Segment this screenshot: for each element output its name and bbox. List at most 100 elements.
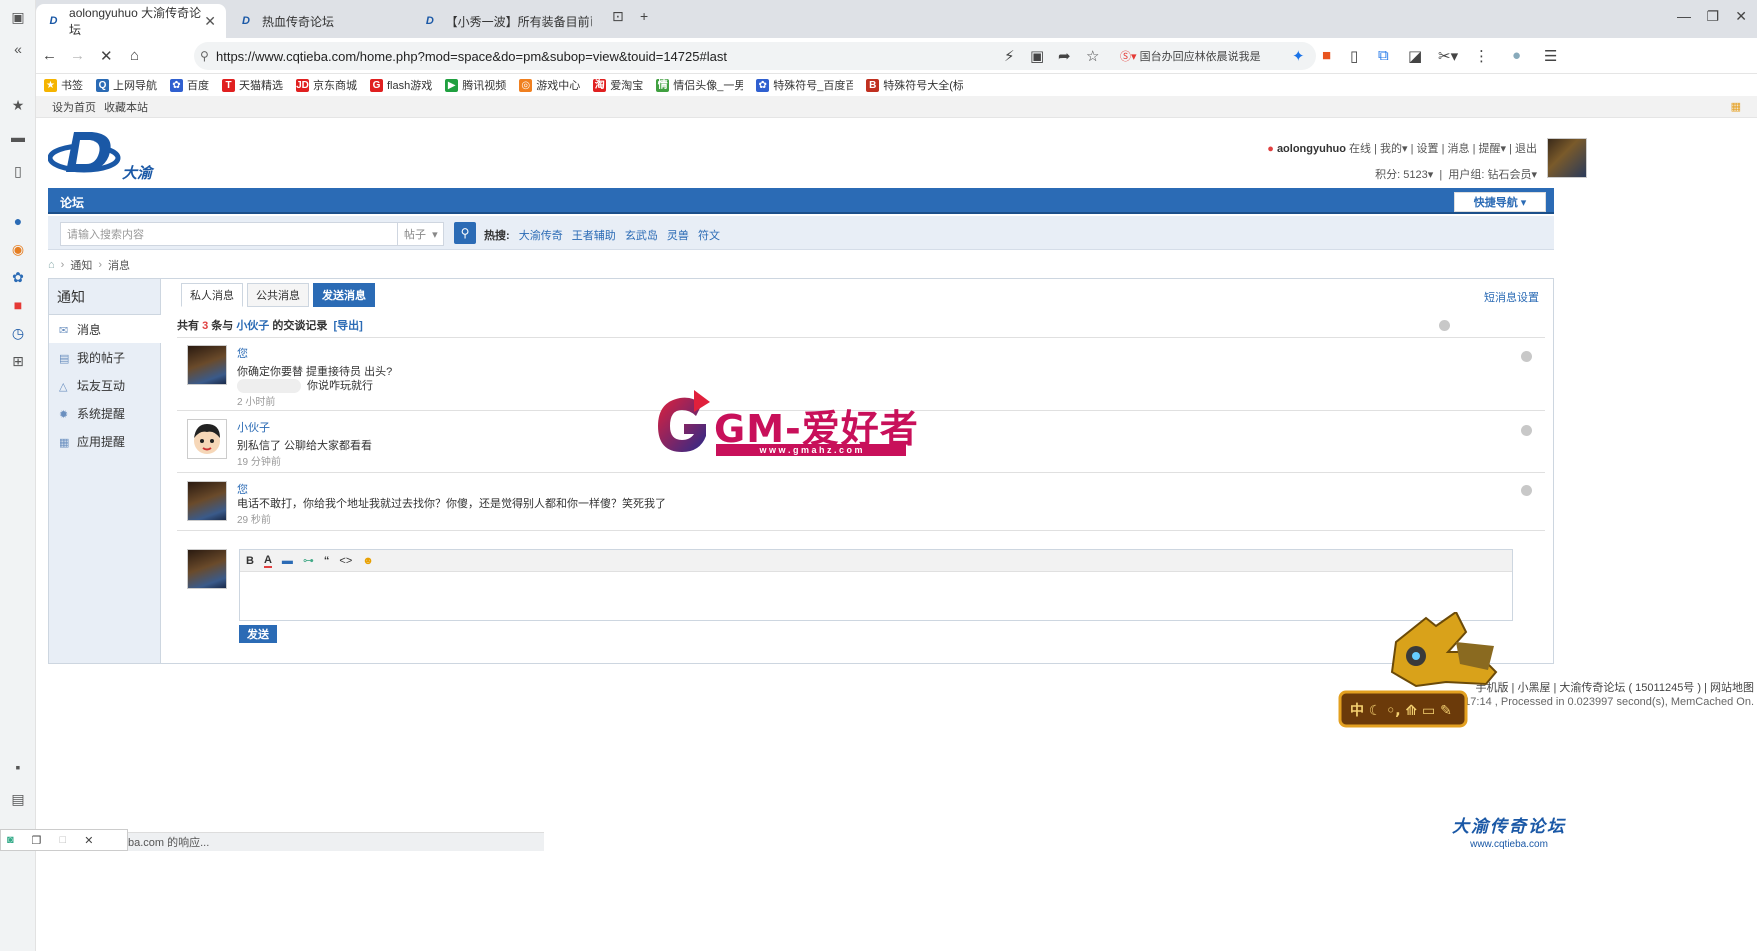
briefcase-icon[interactable]: ▤ xyxy=(9,790,27,808)
delete-message-icon[interactable] xyxy=(1521,485,1532,496)
ai-icon[interactable]: ✦ xyxy=(1292,47,1305,65)
tab-groups-icon[interactable]: ⊡ xyxy=(612,8,624,25)
settings-link[interactable]: 设置 xyxy=(1417,143,1439,155)
set-homepage-link[interactable]: 设为首页 xyxy=(52,99,96,115)
bookmark-item[interactable]: Q 上网导航 xyxy=(96,77,157,93)
messages-link[interactable]: 消息 xyxy=(1448,143,1470,155)
partner-link[interactable]: 小伙子 xyxy=(236,320,269,332)
more-icon[interactable]: ⋮ xyxy=(1474,47,1489,65)
message-author[interactable]: 您 xyxy=(237,345,248,361)
minimize-icon[interactable]: — xyxy=(1677,8,1691,24)
search-app-icon[interactable]: ● xyxy=(9,212,27,230)
reply-editor[interactable]: B A ▬ ⊶ “ <> ☻ xyxy=(239,549,1513,621)
menu-item-system[interactable]: ✹ 系统提醒 xyxy=(49,399,160,427)
bookmark-item[interactable]: 淘爱淘宝 xyxy=(593,77,643,93)
menu-item-messages[interactable]: ✉ 消息 xyxy=(49,315,161,343)
link-icon[interactable]: ⊶ xyxy=(303,554,314,567)
tab-private[interactable]: 私人消息 xyxy=(181,283,243,307)
paw-icon[interactable]: ✿ xyxy=(9,268,27,286)
camera-icon[interactable]: ▪ xyxy=(9,758,27,776)
menu-item-apps[interactable]: ▦ 应用提醒 xyxy=(49,427,160,455)
breadcrumb-item[interactable]: 通知 xyxy=(70,257,92,273)
message-author[interactable]: 小伙子 xyxy=(237,419,270,435)
bookmark-item[interactable]: T 天猫精选 xyxy=(222,77,283,93)
back-icon[interactable]: ← xyxy=(42,47,57,64)
edit-icon[interactable]: ◪ xyxy=(1408,47,1422,65)
phone-icon[interactable]: ▯ xyxy=(9,162,27,180)
restore-icon[interactable]: ❐ xyxy=(1706,8,1719,25)
stop-icon[interactable]: ✕ xyxy=(100,47,113,65)
search-scope-select[interactable]: 帖子 ▾ xyxy=(398,222,444,246)
add-icon[interactable]: ⊞ xyxy=(9,352,27,370)
bookmark-item[interactable]: ✿特殊符号_百度百科 xyxy=(756,77,853,93)
bookmark-item[interactable]: Gflash游戏 xyxy=(370,77,432,93)
bookmark-star-icon[interactable]: ☆ xyxy=(1086,47,1099,65)
quote-icon[interactable]: “ xyxy=(324,555,330,567)
collapse-icon[interactable]: « xyxy=(9,40,27,58)
logout-link[interactable]: 退出 xyxy=(1515,143,1537,155)
menu-icon[interactable]: ☰ xyxy=(1544,47,1557,65)
site-info-icon[interactable]: ⚲ xyxy=(200,49,209,63)
reminders-link[interactable]: 提醒 xyxy=(1479,143,1501,155)
pm-settings-link[interactable]: 短消息设置 xyxy=(1484,289,1539,305)
home-icon[interactable]: ⌂ xyxy=(130,47,139,64)
bookmark-item[interactable]: ▶ 腾讯视频 xyxy=(445,77,506,93)
forward-icon[interactable]: → xyxy=(70,47,85,64)
hot-search-link[interactable]: 灵兽 xyxy=(667,230,689,242)
window-close-icon[interactable]: ✕ xyxy=(1735,8,1747,25)
user-group-menu[interactable]: 用户组: 钻石会员 xyxy=(1448,169,1531,181)
send-button[interactable]: 发送 xyxy=(239,625,277,643)
delete-all-icon[interactable] xyxy=(1439,320,1450,331)
scissors-icon[interactable]: ✂▾ xyxy=(1438,47,1458,65)
news-ticker[interactable]: Ⓢ▾ 国台办回应林依晨说我是 xyxy=(1120,48,1270,64)
search-button[interactable]: ⚲ xyxy=(454,222,476,244)
bookmark-item[interactable]: ✿ 百度 xyxy=(170,77,209,93)
new-tab-icon[interactable]: + xyxy=(640,8,648,24)
menu-item-my-posts[interactable]: ▤ 我的帖子 xyxy=(49,343,160,371)
bookmark-item[interactable]: ★ 书签 xyxy=(44,77,83,93)
smiley-icon[interactable]: ☻ xyxy=(362,555,374,567)
translate-icon[interactable]: ⧉ xyxy=(1378,47,1389,64)
search-input[interactable]: 请输入搜索内容 xyxy=(60,222,398,246)
delete-message-icon[interactable] xyxy=(1521,351,1532,362)
avatar[interactable] xyxy=(187,481,227,521)
bookmark-item[interactable]: B特殊符号大全(标准 xyxy=(866,77,963,93)
delete-message-icon[interactable] xyxy=(1521,425,1532,436)
mascot-widget[interactable]: 中 ☾ ◦, ⟰ ▭ ✎ xyxy=(1336,610,1502,732)
nav-forum[interactable]: 论坛 xyxy=(60,194,84,211)
quick-nav-button[interactable]: 快捷导航 ▾ xyxy=(1454,192,1546,212)
tab-3[interactable]: D 【小秀一波】所有装备目前已经 xyxy=(412,4,602,38)
avatar[interactable] xyxy=(187,419,227,459)
minimized-window[interactable]: ◙ ❐ □ ✕ xyxy=(0,829,128,851)
home-icon[interactable]: ⌂ xyxy=(48,259,55,271)
share-icon[interactable]: ➦ xyxy=(1058,47,1071,65)
site-logo[interactable]: 大渝 xyxy=(47,126,158,182)
code-icon[interactable]: <> xyxy=(339,555,352,567)
send-message-button[interactable]: 发送消息 xyxy=(313,283,375,307)
sidebar-toggle-icon[interactable]: ▣ xyxy=(9,8,27,26)
folder-icon[interactable]: ▬ xyxy=(9,128,27,146)
user-avatar[interactable] xyxy=(1547,138,1587,178)
image-icon[interactable]: ▬ xyxy=(282,555,293,567)
pdf-icon[interactable]: ■ xyxy=(1322,47,1331,64)
lightning-icon[interactable]: ⚡ xyxy=(1004,47,1015,65)
reader-icon[interactable]: ▣ xyxy=(1030,47,1044,65)
menu-item-interaction[interactable]: △ 坛友互动 xyxy=(49,371,160,399)
footer-links[interactable]: 手机版 | 小黑屋 | 大渝传奇论坛 ( 15011245号 ) | 网站地图 xyxy=(1475,679,1754,695)
export-link[interactable]: [导出] xyxy=(334,320,363,332)
mobile-icon[interactable]: ▯ xyxy=(1350,47,1358,65)
profile-icon[interactable]: ● xyxy=(1512,47,1521,64)
style-switch-icon[interactable]: ▦ xyxy=(1731,100,1741,113)
my-menu[interactable]: 我的 xyxy=(1380,143,1402,155)
tab-1[interactable]: D aolongyuhuo 大渝传奇论坛 ✕ xyxy=(36,4,226,38)
hot-search-link[interactable]: 大渝传奇 xyxy=(519,230,563,242)
avatar[interactable] xyxy=(187,345,227,385)
hot-search-link[interactable]: 玄武岛 xyxy=(625,230,658,242)
restore-window-icon[interactable]: ❐ xyxy=(32,834,42,847)
close-icon[interactable]: ✕ xyxy=(84,834,93,847)
close-icon[interactable]: ✕ xyxy=(204,13,216,30)
browser-app-icon[interactable]: ◉ xyxy=(9,240,27,258)
hot-search-link[interactable]: 王者辅助 xyxy=(572,230,616,242)
bookmark-site-link[interactable]: 收藏本站 xyxy=(104,99,148,115)
font-color-icon[interactable]: A xyxy=(263,554,272,568)
